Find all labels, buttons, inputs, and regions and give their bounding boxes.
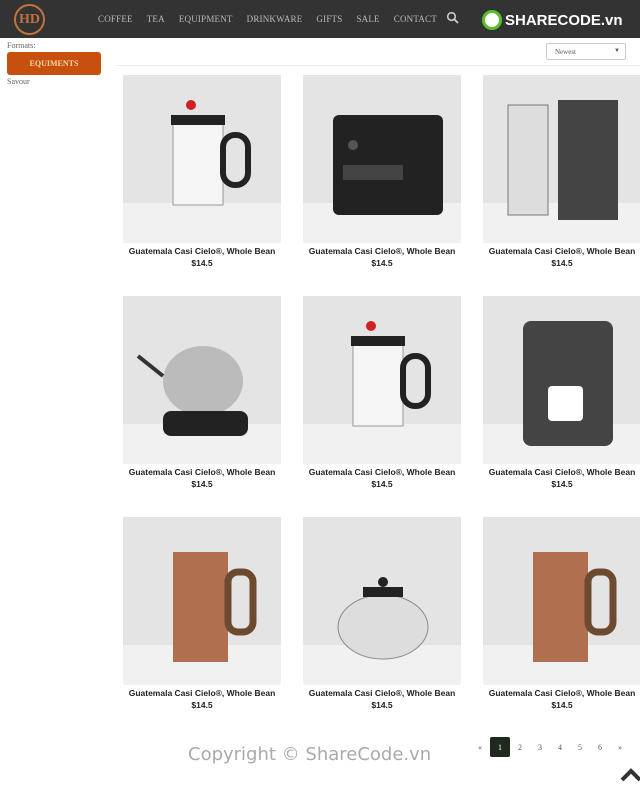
product-illustration	[351, 321, 431, 427]
main-nav: COFFEE TEA EQUIPMENT DRINKWARE GIFTS SAL…	[98, 14, 437, 24]
nav-tea[interactable]: TEA	[147, 14, 165, 24]
nav-drinkware[interactable]: DRINKWARE	[247, 14, 303, 24]
nav-equipment[interactable]: EQUIPMENT	[179, 14, 233, 24]
divider	[115, 65, 640, 66]
product-price: $14.5	[191, 258, 213, 268]
product-price: $14.5	[551, 258, 573, 268]
page-3[interactable]: 3	[530, 737, 550, 757]
page-4[interactable]: 4	[550, 737, 570, 757]
product-card[interactable]: Guatemala Casi Cielo®, Whole Bean $14.5	[483, 517, 640, 710]
product-price: $14.5	[371, 258, 393, 268]
product-image[interactable]	[303, 75, 461, 243]
logo[interactable]: HD	[14, 4, 45, 35]
product-title[interactable]: Guatemala Casi Cielo®, Whole Bean	[123, 245, 281, 257]
product-title[interactable]: Guatemala Casi Cielo®, Whole Bean	[483, 245, 640, 257]
product-image[interactable]	[303, 517, 461, 685]
page-1[interactable]: 1	[490, 737, 510, 757]
product-illustration	[507, 100, 618, 220]
product-image[interactable]	[123, 296, 281, 464]
product-price: $14.5	[551, 700, 573, 710]
sort-select[interactable]: Newest ▼	[546, 43, 626, 60]
product-card[interactable]: Guatemala Casi Cielo®, Whole Bean $14.5	[483, 75, 640, 268]
product-card[interactable]: Guatemala Casi Cielo®, Whole Bean $14.5	[123, 296, 281, 489]
product-price: $14.5	[371, 479, 393, 489]
search-icon[interactable]	[446, 11, 460, 25]
product-price: $14.5	[371, 700, 393, 710]
product-image[interactable]	[483, 75, 640, 243]
product-price: $14.5	[191, 700, 213, 710]
prev-page[interactable]: «	[470, 737, 490, 757]
header: HD COFFEE TEA EQUIPMENT DRINKWARE GIFTS …	[0, 0, 640, 38]
product-image[interactable]	[123, 517, 281, 685]
product-card[interactable]: Guatemala Casi Cielo®, Whole Bean $14.5	[303, 75, 461, 268]
nav-gifts[interactable]: GIFTS	[316, 14, 342, 24]
product-title[interactable]: Guatemala Casi Cielo®, Whole Bean	[483, 466, 640, 478]
page-5[interactable]: 5	[570, 737, 590, 757]
product-illustration	[333, 115, 443, 215]
product-illustration	[173, 552, 257, 662]
nav-sale[interactable]: SALE	[356, 14, 379, 24]
product-title[interactable]: Guatemala Casi Cielo®, Whole Bean	[483, 687, 640, 699]
product-illustration	[523, 321, 613, 446]
scroll-top-icon[interactable]	[620, 768, 640, 782]
product-title[interactable]: Guatemala Casi Cielo®, Whole Bean	[123, 687, 281, 699]
product-illustration	[533, 552, 617, 662]
watermark-logo: SHARECODE.vn	[482, 10, 623, 30]
sort-value: Newest	[555, 48, 576, 56]
savour-label[interactable]: Savour	[7, 77, 30, 86]
equipments-filter-button[interactable]: EQUIMENTS	[7, 52, 101, 75]
nav-coffee[interactable]: COFFEE	[98, 14, 133, 24]
product-card[interactable]: Guatemala Casi Cielo®, Whole Bean $14.5	[303, 296, 461, 489]
product-image[interactable]	[483, 517, 640, 685]
product-price: $14.5	[551, 479, 573, 489]
product-image[interactable]	[483, 296, 640, 464]
formats-label: Formats:	[7, 41, 36, 50]
product-card[interactable]: Guatemala Casi Cielo®, Whole Bean $14.5	[123, 517, 281, 710]
product-image[interactable]	[303, 296, 461, 464]
nav-contact[interactable]: CONTACT	[394, 14, 437, 24]
product-title[interactable]: Guatemala Casi Cielo®, Whole Bean	[303, 687, 461, 699]
pagination: « 1 2 3 4 5 6 »	[470, 737, 630, 757]
product-card[interactable]: Guatemala Casi Cielo®, Whole Bean $14.5	[483, 296, 640, 489]
page-2[interactable]: 2	[510, 737, 530, 757]
product-title[interactable]: Guatemala Casi Cielo®, Whole Bean	[303, 245, 461, 257]
product-price: $14.5	[191, 479, 213, 489]
product-card[interactable]: Guatemala Casi Cielo®, Whole Bean $14.5	[123, 75, 281, 268]
chevron-down-icon: ▼	[614, 48, 620, 54]
next-page[interactable]: »	[610, 737, 630, 757]
product-title[interactable]: Guatemala Casi Cielo®, Whole Bean	[303, 466, 461, 478]
product-illustration	[136, 346, 248, 436]
product-image[interactable]	[123, 75, 281, 243]
product-illustration	[337, 577, 429, 660]
page-6[interactable]: 6	[590, 737, 610, 757]
product-card[interactable]: Guatemala Casi Cielo®, Whole Bean $14.5	[303, 517, 461, 710]
product-illustration	[171, 100, 251, 206]
product-title[interactable]: Guatemala Casi Cielo®, Whole Bean	[123, 466, 281, 478]
copyright-watermark: Copyright © ShareCode.vn	[188, 744, 432, 765]
